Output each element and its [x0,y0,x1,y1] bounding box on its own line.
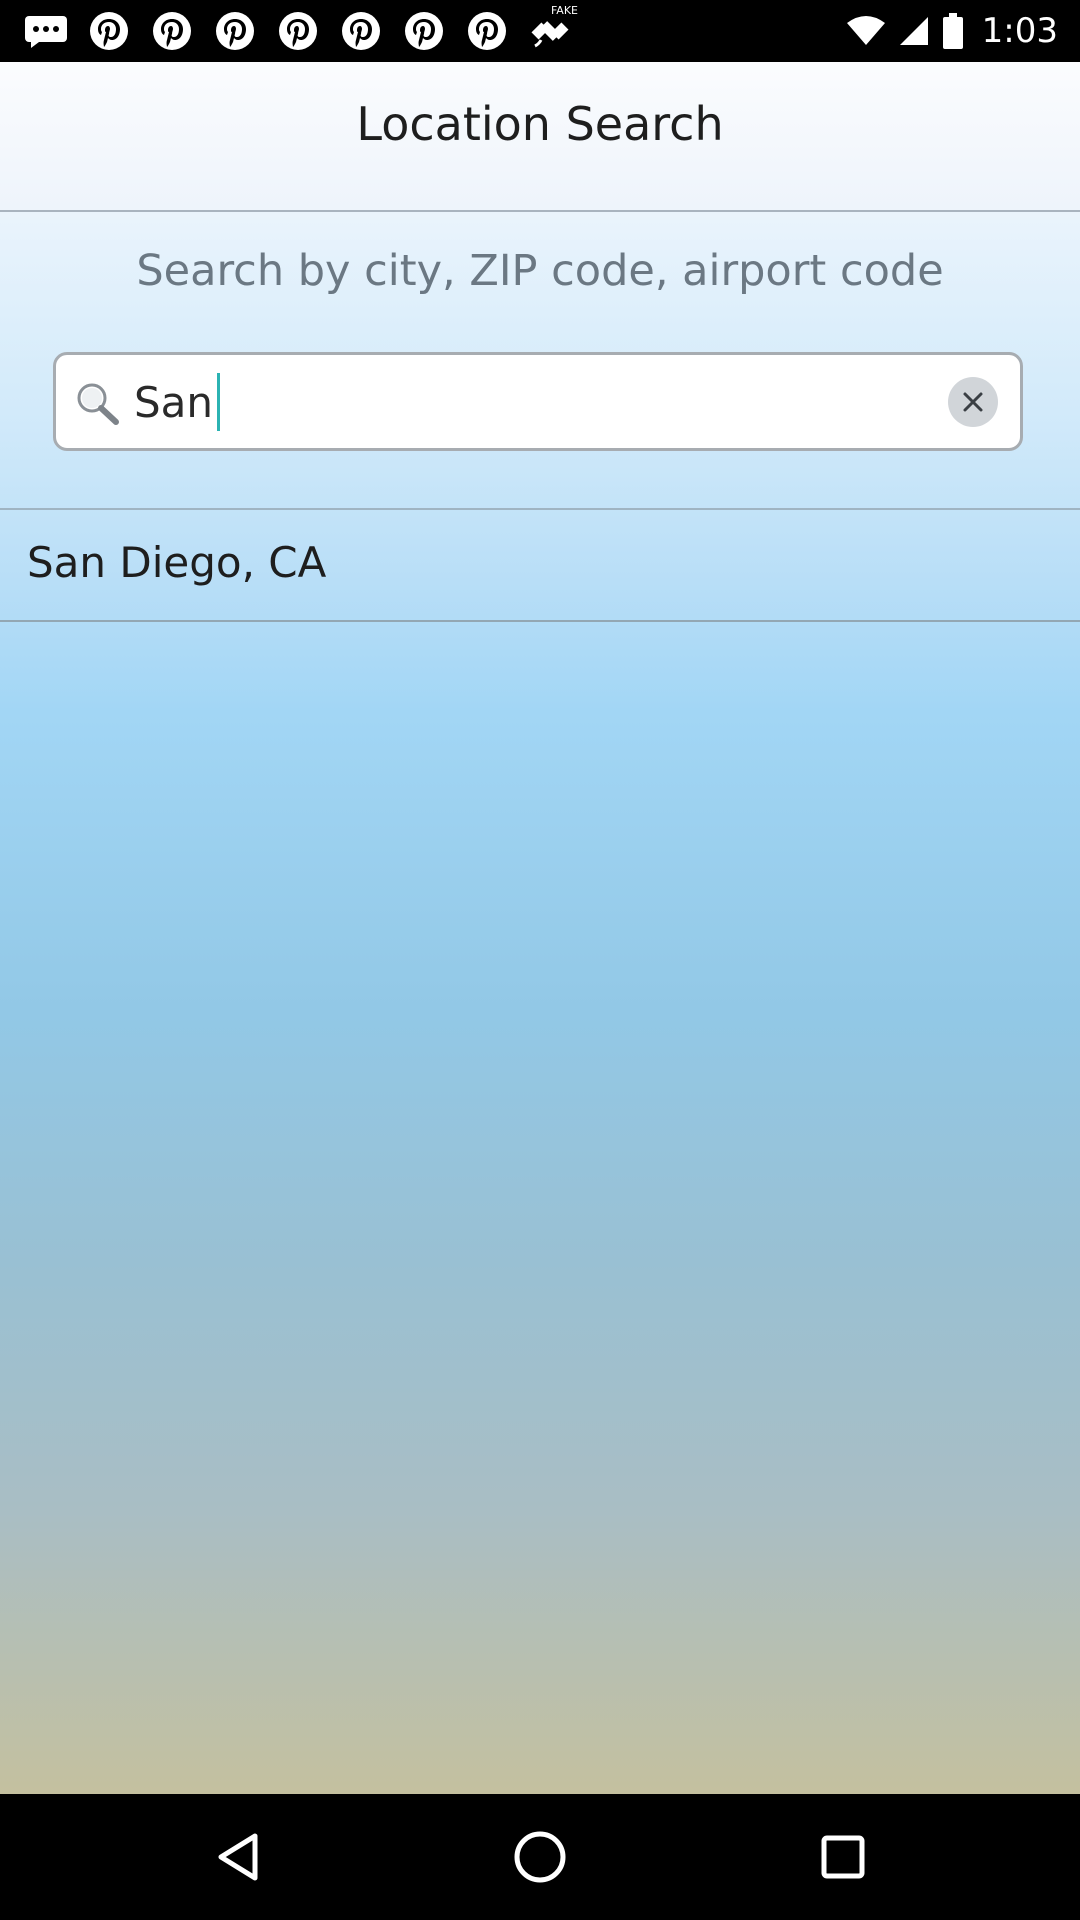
battery-icon [942,12,964,50]
home-button[interactable] [507,1824,573,1890]
pinterest-icon [148,8,196,54]
pinterest-icon [274,8,322,54]
pinterest-icon [463,8,511,54]
close-icon [961,390,985,414]
recents-icon [820,1834,866,1880]
status-time: 1:03 [981,11,1058,51]
fake-gps-icon: FAKE [526,4,578,54]
header: Location Search [0,62,1080,212]
home-icon [513,1830,567,1884]
search-hint: Search by city, ZIP code, airport code [136,246,944,296]
back-button[interactable] [205,1824,271,1890]
search-input[interactable]: San [53,352,1023,451]
clear-button[interactable] [948,377,998,427]
pinterest-icon [400,8,448,54]
app-content: Location Search Search by city, ZIP code… [0,62,1080,1794]
signal-icon [896,14,932,48]
screen: FAKE 1:03 Location Search Search by city… [0,0,1080,1920]
recents-button[interactable] [810,1824,876,1890]
fake-gps-label: FAKE [550,4,578,17]
message-icon [22,8,70,54]
pinterest-icon [85,8,133,54]
pinterest-icon [337,8,385,54]
search-icon [74,381,120,425]
pinterest-icon [211,8,259,54]
list-item[interactable]: San Diego, CA [0,510,1080,622]
page-title: Location Search [356,97,724,151]
system-status: 1:03 [846,8,1058,54]
notification-icons: FAKE [22,4,589,54]
wifi-icon [846,14,886,48]
back-icon [215,1832,261,1882]
search-input-text: San [134,377,214,427]
text-caret [217,373,221,431]
result-label: San Diego, CA [27,538,327,587]
status-bar: FAKE 1:03 [0,0,1080,62]
navigation-bar [0,1794,1080,1920]
search-input-value[interactable]: San [134,373,221,431]
